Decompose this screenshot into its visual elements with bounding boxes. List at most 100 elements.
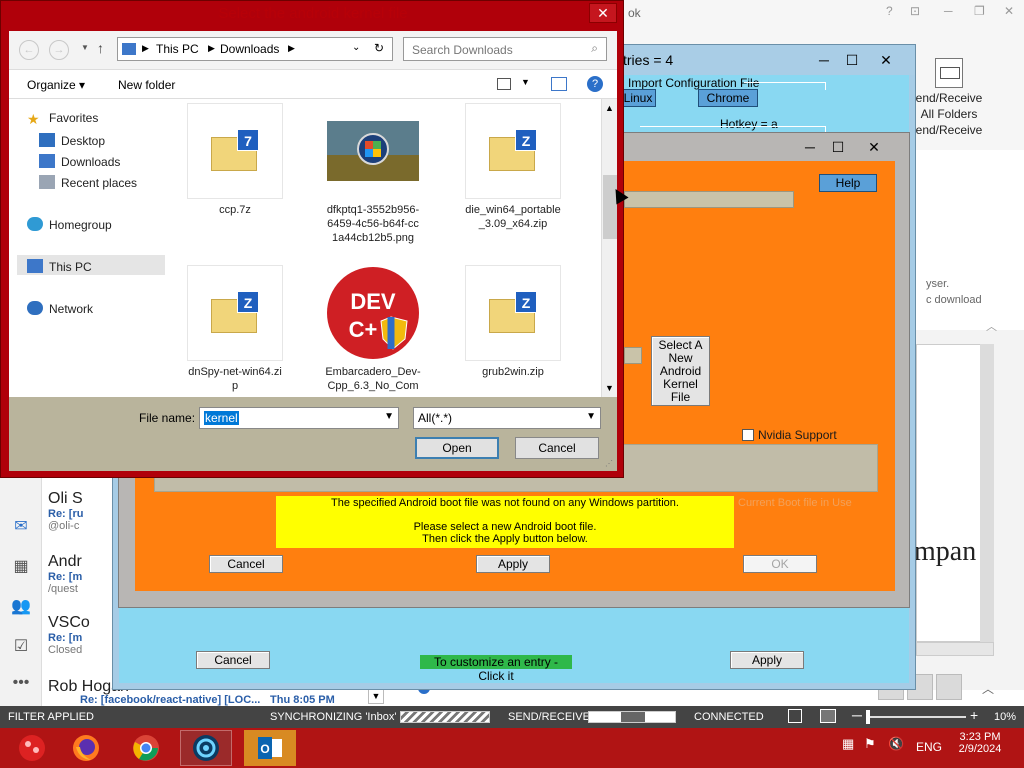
back-icon[interactable]: ←: [19, 40, 39, 60]
maximize-icon[interactable]: ❐: [974, 4, 985, 18]
language-indicator[interactable]: ENG: [916, 740, 942, 754]
apply-button[interactable]: Apply: [730, 651, 804, 669]
nvidia-support-checkbox[interactable]: Nvidia Support: [742, 428, 837, 442]
file-name-dropdown-icon[interactable]: ▼: [384, 411, 394, 422]
file-thumbnail: Z: [465, 265, 561, 361]
collapse-chevron-icon[interactable]: ︿: [986, 318, 997, 334]
mail-scroll-down-icon[interactable]: ▼: [368, 688, 384, 704]
contact-avatar[interactable]: [936, 674, 962, 700]
kernel-path-field[interactable]: [624, 191, 794, 208]
send-receive-all-button[interactable]: end/Receive All Folders end/Receive: [914, 58, 984, 138]
people-icon[interactable]: 👥: [10, 596, 32, 618]
close-icon[interactable]: ✕: [871, 49, 901, 71]
zoom-out-icon[interactable]: ─: [852, 707, 862, 723]
scrollbar-thumb[interactable]: [603, 175, 617, 239]
import-config-label[interactable]: Import Configuration File: [628, 76, 759, 90]
maximize-icon[interactable]: ☐: [823, 136, 853, 158]
file-item[interactable]: Z dnSpy-net-win64.zip: [187, 265, 283, 393]
start-icon[interactable]: [6, 730, 58, 766]
people-pane-collapse-icon[interactable]: ︿: [982, 680, 994, 697]
file-item[interactable]: 7 ccp.7z: [187, 103, 283, 217]
action-center-tray-icon[interactable]: ⚑: [864, 736, 876, 752]
chrome-icon[interactable]: [120, 730, 172, 766]
firefox-icon[interactable]: [60, 730, 112, 766]
restore-ribbon-icon[interactable]: ⊡: [910, 4, 920, 18]
search-icon[interactable]: ⌕: [591, 41, 598, 56]
minimize-icon[interactable]: ─: [944, 4, 953, 18]
close-button[interactable]: ✕: [589, 3, 617, 23]
up-icon[interactable]: ↑: [97, 40, 104, 56]
calendar-icon[interactable]: ▦: [10, 556, 32, 578]
nav-network[interactable]: Network: [27, 301, 93, 316]
breadcrumb-downloads[interactable]: Downloads: [220, 42, 279, 56]
preview-pane-icon[interactable]: [551, 77, 567, 91]
nav-this-pc[interactable]: This PC: [27, 259, 92, 274]
reading-hscrollbar[interactable]: [916, 642, 994, 656]
normal-view-icon[interactable]: [788, 709, 802, 723]
view-dropdown-icon[interactable]: ▼: [521, 77, 530, 87]
scroll-down-icon[interactable]: ▼: [605, 383, 614, 393]
nav-downloads[interactable]: Downloads: [39, 154, 120, 169]
cancel-button[interactable]: Cancel: [209, 555, 283, 573]
reading-view-icon[interactable]: [820, 709, 836, 723]
forward-icon[interactable]: →: [49, 40, 69, 60]
tasks-icon[interactable]: ☑: [10, 636, 32, 658]
file-item[interactable]: dfkptq1-3552b956-6459-4c56-b64f-cc1a44cb…: [325, 103, 421, 245]
file-type-select[interactable]: All(*.*) ▼: [413, 407, 601, 429]
close-icon[interactable]: ✕: [1004, 4, 1014, 18]
breadcrumb-this-pc[interactable]: This PC: [156, 42, 199, 56]
checkbox-icon[interactable]: [742, 429, 754, 441]
file-name: grub2win.zip: [482, 366, 544, 378]
file-name-input[interactable]: kernel ▼: [199, 407, 399, 429]
ok-button[interactable]: OK: [743, 555, 817, 573]
new-folder-button[interactable]: New folder: [118, 78, 175, 92]
search-input[interactable]: Search Downloads ⌕: [403, 37, 607, 61]
view-options-icon[interactable]: [497, 78, 511, 90]
mail-icon[interactable]: ✉: [10, 516, 32, 538]
refresh-icon[interactable]: ↻: [374, 41, 384, 55]
nav-recent[interactable]: Recent places: [39, 175, 137, 190]
zoom-in-icon[interactable]: +: [970, 707, 978, 723]
resize-grip-icon[interactable]: ⋰: [605, 459, 613, 468]
address-bar[interactable]: ▶ This PC ▶ Downloads ▶ ⌄ ↻: [117, 37, 393, 61]
outlook-icon[interactable]: O: [244, 730, 296, 766]
file-list-scrollbar[interactable]: ▲ ▼: [601, 99, 617, 397]
help-icon[interactable]: ?: [886, 4, 893, 18]
file-item[interactable]: Z die_win64_portable_3.09_x64.zip: [465, 103, 561, 231]
cancel-button[interactable]: Cancel: [196, 651, 270, 669]
file-type-dropdown-icon[interactable]: ▼: [586, 411, 596, 422]
app-icon[interactable]: [180, 730, 232, 766]
clock[interactable]: 3:23 PM 2/9/2024: [958, 731, 1002, 755]
chrome-button[interactable]: Chrome: [698, 89, 758, 107]
linux-button[interactable]: Linux: [620, 89, 656, 107]
nav-favorites[interactable]: ★ Favorites: [27, 111, 98, 127]
nav-homegroup[interactable]: Homegroup: [27, 217, 112, 232]
file-item[interactable]: DEV C+ Embarcadero_Dev-Cpp_6.3_No_Compil…: [325, 265, 421, 395]
more-icon[interactable]: •••: [10, 674, 32, 696]
zoom-slider-thumb[interactable]: [866, 710, 870, 724]
zoom-level[interactable]: 10%: [994, 711, 1016, 723]
recent-dropdown-icon[interactable]: ▼: [81, 43, 89, 52]
help-icon[interactable]: ?: [587, 76, 603, 92]
minimize-icon[interactable]: ─: [795, 136, 825, 158]
scroll-up-icon[interactable]: ▲: [605, 103, 614, 113]
minimize-icon[interactable]: ─: [809, 49, 839, 71]
organize-button[interactable]: Organize ▾: [27, 78, 85, 92]
apply-button[interactable]: Apply: [476, 555, 550, 573]
zoom-slider[interactable]: [866, 716, 966, 718]
close-icon[interactable]: ✕: [859, 136, 889, 158]
maximize-icon[interactable]: ☐: [837, 49, 867, 71]
network-tray-icon[interactable]: ▦: [842, 736, 854, 752]
nav-desktop[interactable]: Desktop: [39, 133, 105, 148]
volume-muted-tray-icon[interactable]: 🔇: [888, 736, 904, 752]
navigation-pane: ★ Favorites Desktop Downloads Recent plac…: [9, 99, 179, 397]
command-bar: Organize ▾ New folder ▼ ?: [9, 69, 617, 99]
help-button[interactable]: Help: [819, 174, 877, 192]
address-dropdown-icon[interactable]: ⌄: [352, 42, 360, 53]
cancel-button[interactable]: Cancel: [515, 437, 599, 459]
select-kernel-button[interactable]: Select A New Android Kernel File: [651, 336, 710, 406]
file-item[interactable]: Z grub2win.zip: [465, 265, 561, 379]
reading-scrollbar[interactable]: [980, 344, 994, 642]
open-button[interactable]: Open: [415, 437, 499, 459]
file-list: 7 ccp.7z dfkptq1-3552b956-6459-4c56-b64f…: [179, 99, 601, 397]
